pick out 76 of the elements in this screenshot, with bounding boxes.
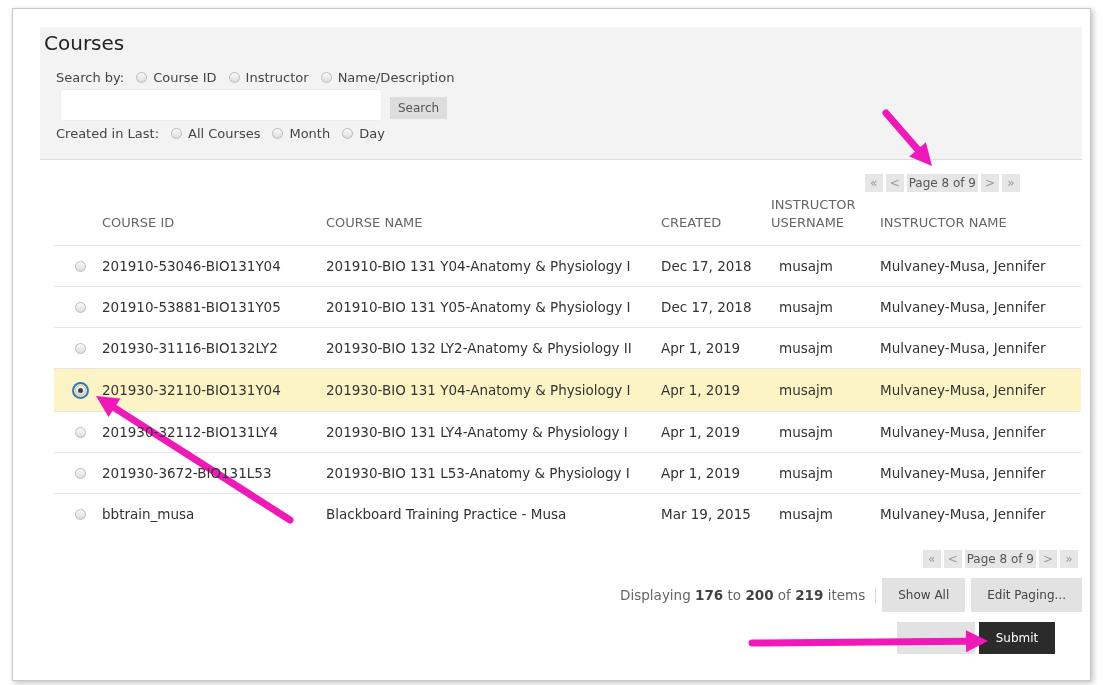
table-cell: 201910-53881-BIO131Y05: [102, 299, 281, 316]
table-cell: musajm: [779, 506, 833, 523]
table-cell: 201930-BIO 131 LY4-Anatomy & Physiology I: [326, 424, 628, 441]
radio-label: All Courses: [188, 125, 261, 141]
radio-button[interactable]: [228, 71, 240, 83]
table-cell: Mulvaney-Musa, Jennifer: [880, 506, 1046, 523]
table-cell: musajm: [779, 299, 833, 316]
first-page-button[interactable]: «: [922, 550, 941, 569]
radio-button[interactable]: [272, 127, 284, 139]
table-cell: musajm: [779, 382, 833, 399]
column-header: INSTRUCTOR USERNAME: [771, 196, 856, 232]
radio-label: Name/Description: [337, 69, 455, 85]
column-header: COURSE NAME: [326, 213, 423, 232]
submit-button[interactable]: Submit: [979, 622, 1055, 655]
table-cell: Mulvaney-Musa, Jennifer: [880, 424, 1046, 441]
table-cell: Mulvaney-Musa, Jennifer: [880, 382, 1046, 399]
radio-label: Month: [289, 125, 331, 141]
table-cell: Apr 1, 2019: [661, 424, 741, 441]
filter-label: Created in Last:: [56, 125, 160, 141]
next-page-button[interactable]: >: [1039, 550, 1057, 569]
radio-label: Instructor: [245, 69, 309, 85]
radio-button[interactable]: [74, 342, 86, 354]
search-button[interactable]: Search: [390, 97, 448, 119]
pointer-arrow: [882, 109, 932, 166]
radio-label: Course ID: [153, 69, 217, 85]
table-cell: Blackboard Training Practice - Musa: [326, 506, 567, 523]
table-cell: musajm: [779, 340, 833, 357]
table-cell: Dec 17, 2018: [661, 299, 752, 316]
radio-button[interactable]: [320, 71, 332, 83]
table-cell: Mar 19, 2015: [661, 506, 751, 523]
radio-button[interactable]: [136, 71, 148, 83]
table-cell: musajm: [779, 258, 833, 275]
table-cell: 201930-BIO 132 LY2-Anatomy & Physiology II: [326, 340, 632, 357]
column-header: INSTRUCTOR NAME: [880, 213, 1007, 232]
column-header: COURSE ID: [102, 213, 175, 232]
table-cell: Mulvaney-Musa, Jennifer: [880, 340, 1046, 357]
table-cell: 201930-32110-BIO131Y04: [102, 382, 281, 399]
radio-label: Day: [359, 125, 385, 141]
table-cell: 201910-BIO 131 Y04-Anatomy & Physiology I: [326, 258, 631, 275]
page-indicator: Page 8 of 9: [906, 174, 978, 192]
table-cell: Dec 17, 2018: [661, 258, 752, 275]
radio-button[interactable]: [74, 384, 86, 396]
table-cell: musajm: [779, 424, 833, 441]
filter-label: Search by:: [56, 69, 125, 85]
first-page-button[interactable]: «: [864, 174, 883, 192]
last-page-button[interactable]: »: [1060, 550, 1078, 569]
radio-button[interactable]: [74, 260, 86, 272]
table-cell: Mulvaney-Musa, Jennifer: [880, 258, 1046, 275]
table-cell: Mulvaney-Musa, Jennifer: [880, 299, 1046, 316]
item-count-text: Displaying 176 to 200 of 219 items: [620, 587, 877, 604]
table-cell: bbtrain_musa: [102, 506, 195, 523]
page-indicator: Page 8 of 9: [964, 550, 1036, 569]
radio-button[interactable]: [74, 301, 86, 313]
table-cell: Apr 1, 2019: [661, 465, 741, 482]
table-cell: 201930-31116-BIO132LY2: [102, 340, 278, 357]
radio-button[interactable]: [74, 467, 86, 479]
radio-button[interactable]: [74, 508, 86, 520]
table-cell: 201910-BIO 131 Y05-Anatomy & Physiology I: [326, 299, 631, 316]
edit-paging-button[interactable]: Edit Paging...: [971, 578, 1082, 613]
radio-button[interactable]: [171, 127, 183, 139]
radio-button[interactable]: [74, 426, 86, 438]
table-cell: Apr 1, 2019: [661, 340, 741, 357]
table-cell: 201910-53046-BIO131Y04: [102, 258, 281, 275]
previous-page-button[interactable]: <: [943, 550, 962, 569]
column-header: CREATED: [661, 213, 722, 232]
page-title: Courses: [44, 31, 125, 55]
show-all-button[interactable]: Show All: [882, 578, 966, 613]
previous-page-button[interactable]: <: [885, 174, 904, 192]
table-cell: 201930-BIO 131 Y04-Anatomy & Physiology I: [326, 382, 631, 399]
table-cell: 201930-BIO 131 L53-Anatomy & Physiology I: [326, 465, 630, 482]
table-cell: musajm: [779, 465, 833, 482]
table-cell: Apr 1, 2019: [661, 382, 741, 399]
next-page-button[interactable]: >: [981, 174, 999, 192]
radio-button[interactable]: [342, 127, 354, 139]
last-page-button[interactable]: »: [1002, 174, 1020, 192]
table-cell: Mulvaney-Musa, Jennifer: [880, 465, 1046, 482]
